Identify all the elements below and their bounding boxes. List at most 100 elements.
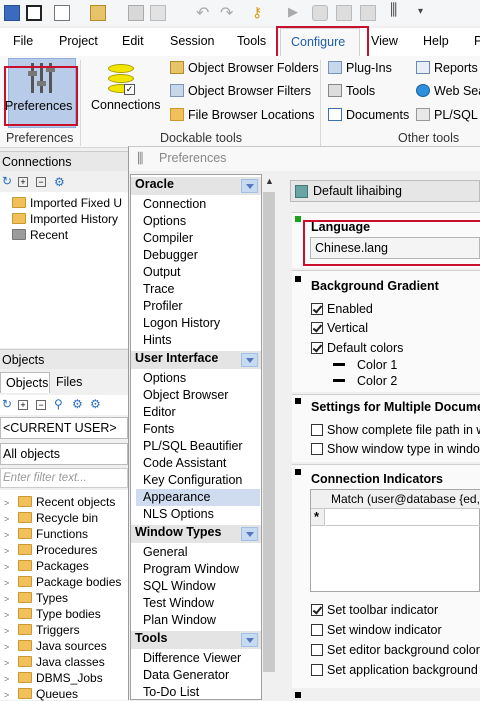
- plugins-button[interactable]: Plug-Ins: [328, 61, 392, 75]
- category-item[interactable]: Data Generator: [143, 668, 229, 682]
- category-group-oracle[interactable]: Oracle: [131, 177, 261, 195]
- tab-objects[interactable]: Objects: [0, 372, 50, 393]
- category-item[interactable]: Logon History: [143, 316, 220, 330]
- tree-item[interactable]: > DBMS_Jobs: [4, 671, 103, 685]
- window-icon[interactable]: [26, 5, 42, 21]
- redo-icon[interactable]: ↷: [220, 3, 233, 23]
- object-browser-filters-button[interactable]: Object Browser Filters: [170, 84, 311, 98]
- menu-view[interactable]: View: [371, 34, 398, 48]
- app-bg-checkbox[interactable]: Set application background c: [311, 663, 480, 677]
- category-item[interactable]: Options: [143, 371, 186, 385]
- expand-icon[interactable]: >: [4, 594, 12, 604]
- grid-column-match[interactable]: Match (user@database {ed,w: [331, 492, 480, 506]
- tree-item[interactable]: Imported Fixed U: [12, 196, 122, 210]
- new-file-icon[interactable]: [54, 5, 70, 21]
- filter-input[interactable]: Enter filter text...: [0, 468, 128, 488]
- documents-button[interactable]: Documents: [328, 108, 409, 122]
- color2-swatch[interactable]: [333, 379, 345, 382]
- expand-all-icon[interactable]: +: [18, 400, 28, 410]
- tree-item[interactable]: > Triggers: [4, 623, 80, 637]
- expand-all-icon[interactable]: +: [18, 177, 28, 187]
- complete-path-checkbox[interactable]: Show complete file path in w: [311, 423, 480, 437]
- open-folder-icon[interactable]: [90, 5, 106, 21]
- connections-button[interactable]: ✓ Connections: [90, 60, 161, 126]
- expand-icon[interactable]: >: [4, 626, 12, 636]
- tree-item[interactable]: > Packages: [4, 559, 89, 573]
- tab-files[interactable]: Files: [56, 375, 82, 389]
- category-group-ui[interactable]: User Interface: [131, 351, 261, 369]
- undo-icon[interactable]: ↶: [196, 3, 209, 23]
- category-item[interactable]: Connection: [143, 197, 206, 211]
- scroll-up-icon[interactable]: ▲: [265, 176, 274, 186]
- menu-project[interactable]: Project: [59, 34, 98, 48]
- category-item[interactable]: To-Do List: [143, 685, 199, 699]
- grid-new-row[interactable]: [326, 509, 480, 526]
- editor-bg-checkbox[interactable]: Set editor background color: [311, 643, 480, 657]
- stop-icon[interactable]: [312, 5, 328, 21]
- print-icon[interactable]: [150, 5, 166, 21]
- category-item[interactable]: Difference Viewer: [143, 651, 241, 665]
- menu-file[interactable]: File: [13, 34, 33, 48]
- expand-icon[interactable]: >: [4, 578, 12, 588]
- window-type-checkbox[interactable]: Show window type in window: [311, 442, 480, 456]
- sliders-icon[interactable]: ⫼: [390, 2, 397, 20]
- category-item[interactable]: Test Window: [143, 596, 214, 610]
- category-item[interactable]: Program Window: [143, 562, 239, 576]
- expand-icon[interactable]: >: [4, 610, 12, 620]
- category-item[interactable]: Trace: [143, 282, 175, 296]
- reports-button[interactable]: Reports: [416, 61, 478, 75]
- chevron-down-icon[interactable]: [241, 633, 258, 647]
- expand-icon[interactable]: >: [4, 658, 12, 668]
- menu-more[interactable]: P: [474, 34, 480, 48]
- category-item[interactable]: Hints: [143, 333, 171, 347]
- menu-help[interactable]: Help: [423, 34, 449, 48]
- menu-tools[interactable]: Tools: [237, 34, 266, 48]
- enabled-checkbox[interactable]: Enabled: [311, 302, 373, 316]
- run-icon[interactable]: ▶: [288, 4, 298, 20]
- tree-item[interactable]: > Type bodies: [4, 607, 101, 621]
- chevron-down-icon[interactable]: [241, 353, 258, 367]
- category-item[interactable]: Output: [143, 265, 181, 279]
- category-item[interactable]: PL/SQL Beautifier: [143, 439, 243, 453]
- tree-item[interactable]: > Package bodies: [4, 575, 121, 589]
- chevron-down-icon[interactable]: ▾: [418, 6, 423, 17]
- color1-swatch[interactable]: [333, 363, 345, 366]
- category-item[interactable]: Appearance: [143, 490, 210, 504]
- plsql-button[interactable]: PL/SQL E: [416, 108, 480, 122]
- filter-icon[interactable]: ⚙: [54, 175, 65, 189]
- filter-edit-icon[interactable]: ⚙: [90, 397, 101, 411]
- indicators-grid[interactable]: Match (user@database {ed,w *: [310, 489, 480, 592]
- web-search-button[interactable]: Web Sea: [416, 84, 480, 98]
- expand-icon[interactable]: >: [4, 546, 12, 556]
- window-indicator-checkbox[interactable]: Set window indicator: [311, 623, 442, 637]
- category-item[interactable]: Key Configuration: [143, 473, 242, 487]
- filter-icon[interactable]: ⚙: [72, 397, 83, 411]
- tree-item[interactable]: > Java sources: [4, 639, 107, 653]
- object-browser-folders-button[interactable]: Object Browser Folders: [170, 61, 319, 75]
- category-item[interactable]: Code Assistant: [143, 456, 226, 470]
- expand-icon[interactable]: >: [4, 562, 12, 572]
- chevron-down-icon[interactable]: [241, 527, 258, 541]
- expand-icon[interactable]: >: [4, 514, 12, 524]
- toolbar-indicator-checkbox[interactable]: Set toolbar indicator: [311, 603, 438, 617]
- tree-item[interactable]: > Java classes: [4, 655, 105, 669]
- profile-select[interactable]: Default lihaibing: [290, 180, 480, 202]
- collapse-all-icon[interactable]: −: [36, 400, 46, 410]
- commit-icon[interactable]: [336, 5, 352, 21]
- rollback-icon[interactable]: [360, 5, 376, 21]
- tree-item[interactable]: Recent: [12, 228, 68, 242]
- default-colors-checkbox[interactable]: Default colors: [311, 341, 403, 355]
- tree-item[interactable]: > Queues: [4, 687, 78, 701]
- tree-item[interactable]: > Procedures: [4, 543, 97, 557]
- scrollbar-thumb[interactable]: [263, 192, 275, 672]
- category-item[interactable]: Plan Window: [143, 613, 216, 627]
- category-item[interactable]: Profiler: [143, 299, 183, 313]
- category-item[interactable]: SQL Window: [143, 579, 215, 593]
- expand-icon[interactable]: >: [4, 530, 12, 540]
- vertical-checkbox[interactable]: Vertical: [311, 321, 368, 335]
- key-icon[interactable]: ⚷: [252, 4, 262, 21]
- category-item[interactable]: Object Browser: [143, 388, 228, 402]
- expand-icon[interactable]: >: [4, 674, 12, 684]
- tree-item[interactable]: > Functions: [4, 527, 88, 541]
- category-item[interactable]: Fonts: [143, 422, 174, 436]
